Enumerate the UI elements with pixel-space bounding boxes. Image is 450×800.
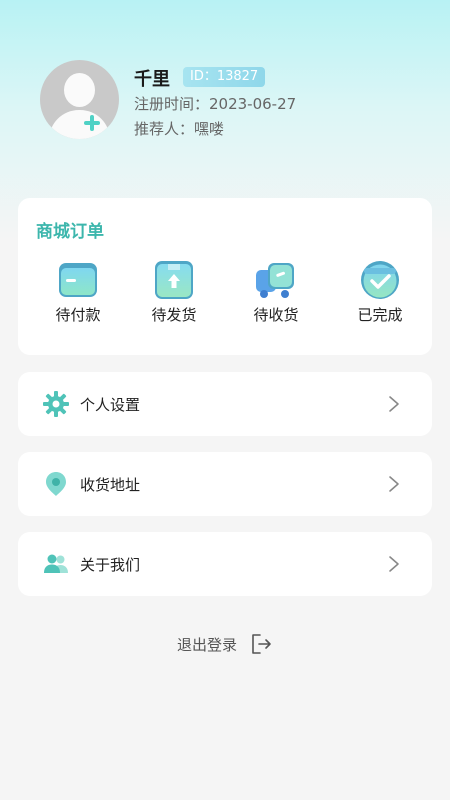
- logout-label: 退出登录: [177, 636, 238, 654]
- users-icon: [44, 554, 68, 573]
- check-circle-icon: [361, 261, 399, 299]
- mall-orders-card: 商城订单 待付款 待发货 待收货 已完成: [18, 198, 432, 355]
- referrer: 推荐人：嘿喽: [134, 120, 225, 138]
- location-pin-icon: [46, 472, 66, 496]
- menu-item-about-us[interactable]: 关于我们: [18, 532, 432, 596]
- orders-title: 商城订单: [36, 222, 104, 242]
- order-pending-payment[interactable]: 待付款: [38, 260, 118, 340]
- logout-button[interactable]: 退出登录: [0, 632, 450, 656]
- order-label: 待发货: [151, 306, 197, 324]
- menu-item-label: 关于我们: [80, 556, 141, 574]
- menu-item-shipping-address[interactable]: 收货地址: [18, 452, 432, 516]
- menu-item-label: 个人设置: [80, 396, 141, 414]
- chevron-right-icon: [389, 556, 399, 572]
- chevron-right-icon: [389, 476, 399, 492]
- order-label: 已完成: [357, 306, 403, 324]
- delivery-truck-icon: [256, 263, 294, 298]
- order-label: 待付款: [55, 306, 101, 324]
- order-pending-receipt[interactable]: 待收货: [236, 260, 316, 340]
- package-icon: [155, 261, 193, 299]
- avatar[interactable]: [40, 60, 119, 139]
- register-time: 注册时间：2023-06-27: [134, 95, 297, 113]
- wallet-icon: [59, 263, 97, 297]
- chevron-right-icon: [389, 396, 399, 412]
- add-icon: [84, 115, 100, 131]
- menu-item-label: 收货地址: [80, 476, 141, 494]
- order-completed[interactable]: 已完成: [340, 260, 420, 340]
- order-label: 待收货: [253, 306, 299, 324]
- logout-icon: [252, 634, 271, 654]
- order-pending-shipment[interactable]: 待发货: [134, 260, 214, 340]
- user-id-badge: ID：13827: [183, 67, 266, 87]
- user-name: 千里: [134, 69, 170, 90]
- gear-icon: [43, 391, 69, 417]
- profile-section: 千里 ID：13827 注册时间：2023-06-27 推荐人：嘿喽: [40, 60, 420, 140]
- menu-item-personal-settings[interactable]: 个人设置: [18, 372, 432, 436]
